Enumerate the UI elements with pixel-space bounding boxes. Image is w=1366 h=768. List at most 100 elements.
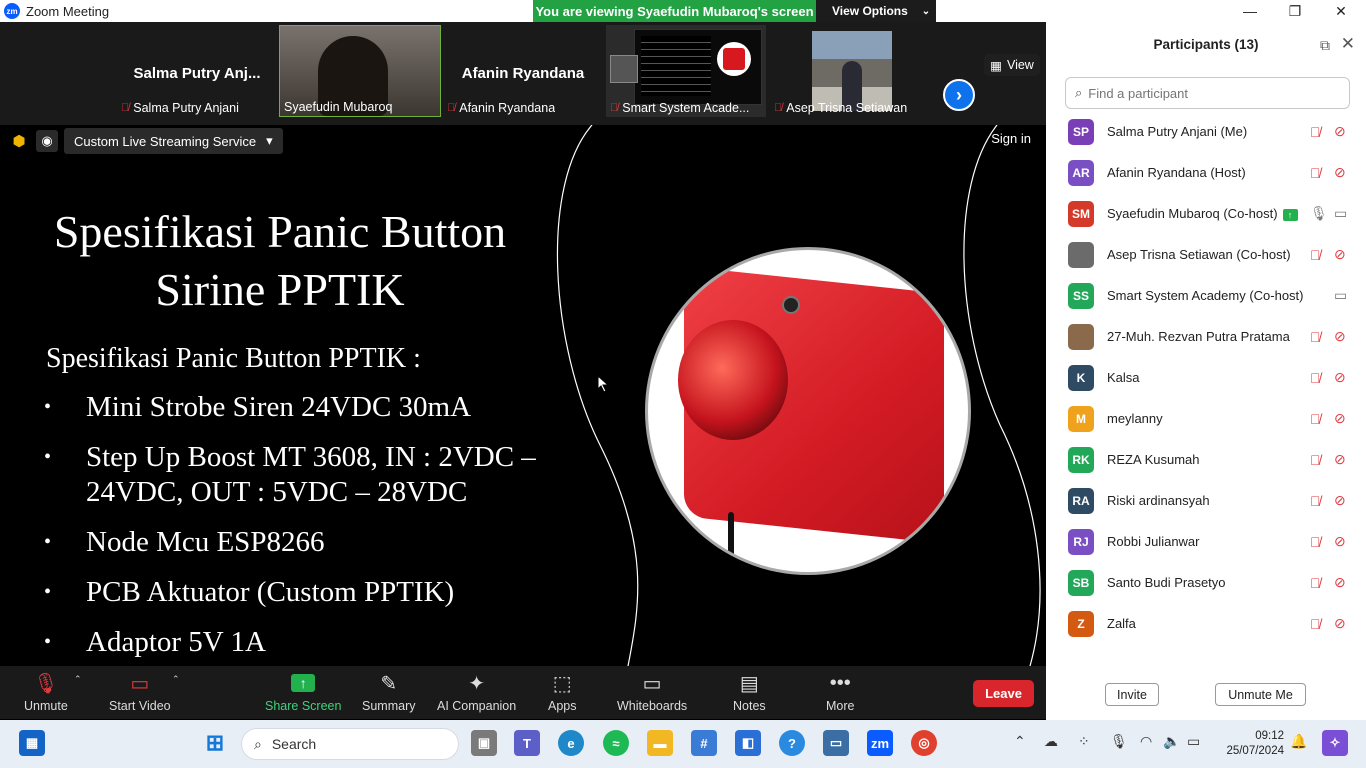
mic-muted-icon[interactable]: 🎙̸ bbox=[1310, 370, 1321, 386]
mic-muted-icon[interactable]: 🎙̸ bbox=[1310, 165, 1321, 181]
camera-off-icon[interactable]: ⊘ bbox=[1334, 533, 1346, 550]
app-window-icon[interactable]: ▭ bbox=[823, 730, 849, 756]
camera-off-icon[interactable]: ⊘ bbox=[1334, 451, 1346, 468]
edge-icon[interactable]: e bbox=[558, 730, 584, 756]
minimize-button[interactable]: — bbox=[1227, 0, 1273, 22]
mic-on-icon[interactable]: 🎙 bbox=[1310, 205, 1328, 222]
mic-muted-icon[interactable]: 🎙̸ bbox=[1310, 534, 1321, 550]
search-input[interactable] bbox=[1088, 85, 1329, 101]
tray-app-icon[interactable]: ⁘ bbox=[1078, 733, 1090, 750]
tile-label: 🎙̸ Salma Putry Anjani bbox=[121, 101, 239, 115]
participant-row[interactable]: Z Zalfa 🎙̸ ⊘ bbox=[1046, 603, 1366, 644]
participant-row[interactable]: 27-Muh. Rezvan Putra Pratama 🎙̸ ⊘ bbox=[1046, 316, 1366, 357]
participant-row[interactable]: SM Syaefudin Mubaroq (Co-host) ↑ 🎙 ▭ bbox=[1046, 193, 1366, 234]
video-options-caret[interactable]: ⌃ bbox=[172, 674, 180, 685]
mic-muted-icon[interactable]: 🎙̸ bbox=[1310, 452, 1321, 468]
help-icon[interactable]: ? bbox=[779, 730, 805, 756]
camera-off-icon[interactable]: ⊘ bbox=[1334, 492, 1346, 509]
camera-off-icon[interactable]: ⊘ bbox=[1334, 246, 1346, 263]
microphone-icon[interactable]: 🎙 bbox=[1110, 733, 1128, 750]
participant-row[interactable]: RA Riski ardinansyah 🎙̸ ⊘ bbox=[1046, 480, 1366, 521]
participant-row[interactable]: Asep Trisna Setiawan (Co-host) 🎙̸ ⊘ bbox=[1046, 234, 1366, 275]
video-tile-syaefudin[interactable]: Syaefudin Mubaroq bbox=[279, 25, 441, 117]
view-button[interactable]: ▦ View bbox=[984, 54, 1040, 76]
ai-companion-button[interactable]: ✦ AI Companion bbox=[437, 670, 517, 714]
participant-row[interactable]: SS Smart System Academy (Co-host) ▭ bbox=[1046, 275, 1366, 316]
view-options-button[interactable]: View Options ⌄ bbox=[816, 0, 936, 22]
spotify-icon[interactable]: ≈ bbox=[603, 730, 629, 756]
cloud-offline-icon[interactable]: ☁ bbox=[1044, 733, 1058, 750]
widgets-icon[interactable]: ▦ bbox=[19, 730, 45, 756]
zoom-taskbar-icon[interactable]: zm bbox=[867, 730, 893, 756]
tray-overflow-icon[interactable]: ⌃ bbox=[1014, 733, 1026, 750]
avatar: M bbox=[1068, 405, 1094, 432]
sirene-image bbox=[645, 247, 971, 575]
mic-muted-icon[interactable]: 🎙̸ bbox=[1310, 329, 1321, 345]
mic-muted-icon[interactable]: 🎙̸ bbox=[1310, 124, 1321, 140]
camera-off-icon[interactable]: ⊘ bbox=[1334, 164, 1346, 181]
participant-photo bbox=[812, 31, 892, 111]
chrome-icon[interactable]: ◎ bbox=[911, 730, 937, 756]
mic-muted-icon[interactable]: 🎙̸ bbox=[1310, 493, 1321, 509]
start-menu-icon[interactable]: ⊞ bbox=[202, 730, 228, 756]
audio-options-caret[interactable]: ⌃ bbox=[74, 674, 82, 685]
store-icon[interactable]: ◧ bbox=[735, 730, 761, 756]
grid-icon: ▦ bbox=[990, 58, 1002, 73]
camera-on-icon[interactable]: ▭ bbox=[1334, 287, 1347, 304]
notes-button[interactable]: ▤ Notes bbox=[733, 670, 766, 714]
mic-muted-icon[interactable]: 🎙̸ bbox=[1310, 247, 1321, 263]
avatar: RJ bbox=[1068, 528, 1094, 555]
next-page-arrow-icon[interactable]: › bbox=[943, 79, 975, 111]
system-clock[interactable]: 09:12 25/07/2024 bbox=[1222, 729, 1284, 759]
unmute-button[interactable]: 🎙 Unmute bbox=[24, 670, 68, 714]
start-video-button[interactable]: ▭ Start Video bbox=[109, 670, 171, 714]
camera-off-icon[interactable]: ⊘ bbox=[1334, 369, 1346, 386]
share-screen-button[interactable]: ↑ Share Screen bbox=[265, 670, 341, 713]
calculator-icon[interactable]: # bbox=[691, 730, 717, 756]
camera-off-icon[interactable]: ⊘ bbox=[1334, 123, 1346, 140]
camera-off-icon[interactable]: ⊘ bbox=[1334, 410, 1346, 427]
restore-button[interactable]: ❐ bbox=[1272, 0, 1318, 22]
popout-icon[interactable]: ⧉ bbox=[1320, 37, 1330, 54]
battery-icon[interactable]: ▭ bbox=[1187, 733, 1200, 750]
task-view-icon[interactable]: ▣ bbox=[471, 730, 497, 756]
video-tile-asep[interactable]: 🎙̸ Asep Trisna Setiawan bbox=[770, 25, 930, 117]
notification-bell-icon[interactable]: 🔔 bbox=[1290, 733, 1307, 750]
ai-companion-label: AI Companion bbox=[437, 699, 517, 713]
invite-button[interactable]: Invite bbox=[1105, 683, 1159, 706]
participant-row[interactable]: Mmeylanny 🎙̸ ⊘ bbox=[1046, 398, 1366, 439]
close-window-button[interactable]: ✕ bbox=[1318, 0, 1364, 22]
camera-on-icon[interactable]: ▭ bbox=[1334, 205, 1347, 222]
taskbar-search-label: Search bbox=[271, 736, 317, 752]
volume-icon[interactable]: 🔈 bbox=[1163, 733, 1180, 750]
taskbar-search[interactable]: ⌕ Search bbox=[241, 728, 459, 760]
apps-button[interactable]: ⬚ Apps bbox=[548, 670, 577, 714]
close-panel-icon[interactable]: ✕ bbox=[1341, 34, 1355, 54]
video-tile-smart-system[interactable]: 🎙̸ Smart System Acade... bbox=[606, 25, 766, 117]
participant-row[interactable]: RK REZA Kusumah 🎙̸ ⊘ bbox=[1046, 439, 1366, 480]
mic-muted-icon[interactable]: 🎙̸ bbox=[1310, 616, 1321, 632]
participant-row[interactable]: RJ Robbi Julianwar 🎙̸ ⊘ bbox=[1046, 521, 1366, 562]
more-button[interactable]: ••• More bbox=[826, 670, 854, 714]
whiteboards-button[interactable]: ▭ Whiteboards bbox=[617, 670, 687, 714]
teams-icon[interactable]: T bbox=[514, 730, 540, 756]
video-tile-salma[interactable]: Salma Putry Anj... 🎙̸ Salma Putry Anjani bbox=[117, 25, 277, 117]
mic-muted-icon[interactable]: 🎙̸ bbox=[1310, 411, 1321, 427]
mic-muted-icon[interactable]: 🎙̸ bbox=[1310, 575, 1321, 591]
participant-row[interactable]: SB Santo Budi Prasetyo 🎙̸ ⊘ bbox=[1046, 562, 1366, 603]
unmute-me-button[interactable]: Unmute Me bbox=[1215, 683, 1306, 706]
copilot-icon[interactable]: ✧ bbox=[1322, 730, 1348, 756]
participant-row[interactable]: AR Afanin Ryandana (Host) 🎙̸ ⊘ bbox=[1046, 152, 1366, 193]
wifi-icon[interactable]: ◠ bbox=[1140, 733, 1152, 750]
summary-button[interactable]: ✎ Summary bbox=[362, 670, 415, 714]
video-tile-afanin[interactable]: Afanin Ryandana 🎙̸ Afanin Ryandana bbox=[443, 25, 603, 117]
camera-off-icon[interactable]: ⊘ bbox=[1334, 328, 1346, 345]
mic-muted-icon: 🎙̸ bbox=[774, 102, 783, 114]
leave-button[interactable]: Leave bbox=[973, 680, 1034, 707]
participant-row[interactable]: K Kalsa 🎙̸ ⊘ bbox=[1046, 357, 1366, 398]
participant-search[interactable]: ⌕ bbox=[1065, 77, 1350, 109]
participant-row[interactable]: SP Salma Putry Anjani (Me) 🎙̸ ⊘ bbox=[1046, 111, 1366, 152]
camera-off-icon[interactable]: ⊘ bbox=[1334, 574, 1346, 591]
camera-off-icon[interactable]: ⊘ bbox=[1334, 615, 1346, 632]
file-explorer-icon[interactable]: ▬ bbox=[647, 730, 673, 756]
